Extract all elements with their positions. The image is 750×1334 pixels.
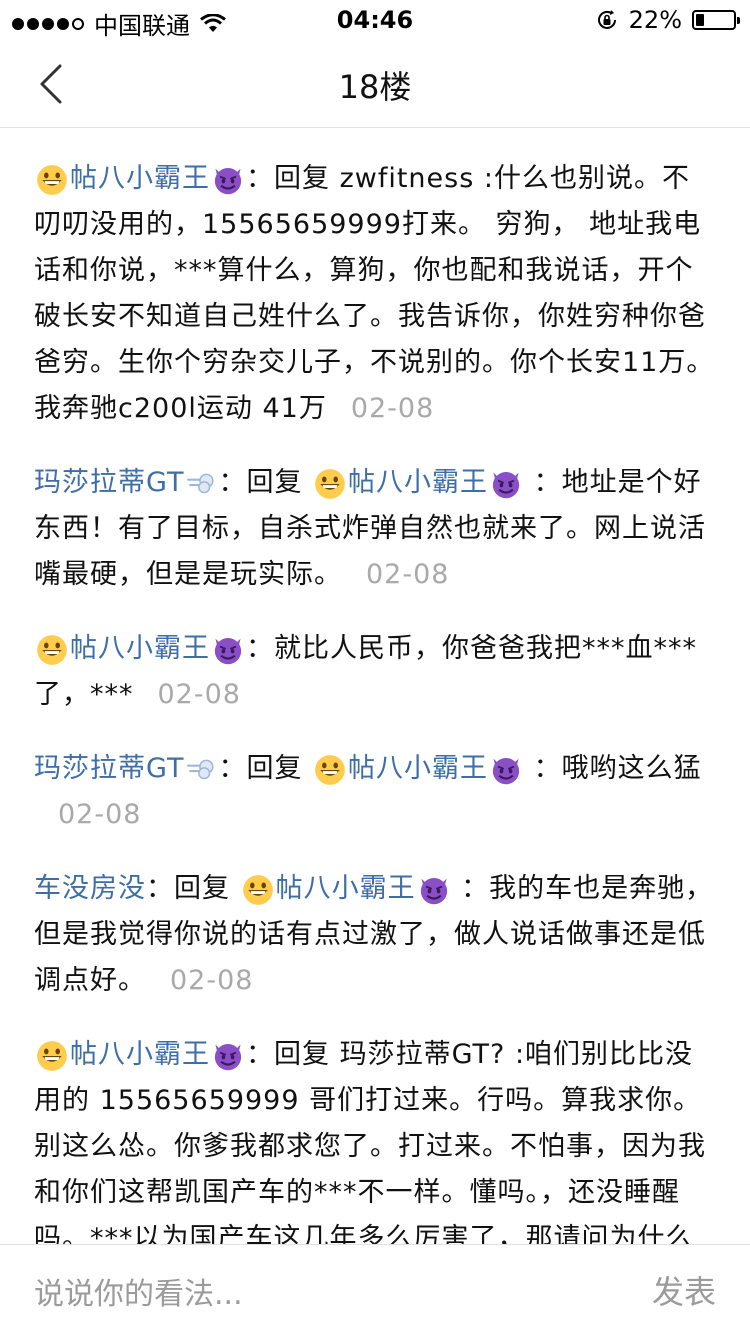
- dash-icon: [187, 472, 215, 494]
- comment-separator: ：: [246, 1039, 274, 1070]
- rotation-lock-icon: [597, 10, 616, 29]
- battery-fill: [696, 14, 704, 26]
- page-title: 18楼: [338, 68, 412, 106]
- comment-date: 02-08: [366, 559, 450, 590]
- comment-item: 车没房没：回复 帖八小霸王 ：我的车也是奔驰，但是我觉得你说的话有点过激了，做人…: [0, 838, 750, 1004]
- reply-target-username[interactable]: 帖八小霸王: [276, 873, 416, 904]
- comment-username[interactable]: 帖八小霸王: [70, 633, 210, 664]
- status-bar: 中国联通 04:46 22%: [0, 0, 750, 40]
- comment-separator: ：: [146, 873, 174, 904]
- status-right: 22%: [595, 6, 740, 34]
- grinning-face-icon: [37, 164, 67, 195]
- comment-input-bar: 说说你的看法... 发表: [0, 1244, 750, 1334]
- grinning-face-icon: [37, 1040, 67, 1071]
- grinning-face-icon: [315, 468, 345, 499]
- comment-item: 帖八小霸王 ：回复 zwfitness :什么也别说。不叨叨没用的，1556565…: [0, 128, 750, 432]
- smiling-devil-icon: [213, 166, 243, 195]
- smiling-devil-icon: [213, 1042, 243, 1071]
- reply-target-username[interactable]: 帖八小霸王: [348, 753, 488, 784]
- battery-icon: [692, 10, 740, 30]
- reply-target-username[interactable]: 帖八小霸王: [348, 467, 488, 498]
- grinning-face-icon: [315, 754, 345, 785]
- comment-item: 帖八小霸王 ：回复 玛莎拉蒂GT? :咱们别比比没用的 15565659999 哥…: [0, 1004, 750, 1244]
- comment-date: 02-08: [170, 965, 254, 996]
- comment-date: 02-08: [58, 799, 142, 830]
- smiling-devil-icon: [491, 470, 521, 499]
- comment-text: 回复: [246, 467, 313, 498]
- comment-item: 玛莎拉蒂GT ：回复 帖八小霸王 ：哦哟这么猛 02-08: [0, 718, 750, 838]
- comment-username[interactable]: 玛莎拉蒂GT: [34, 467, 184, 498]
- send-button[interactable]: 发表: [652, 1267, 716, 1313]
- comment-separator: ：: [218, 753, 247, 784]
- dash-icon: [187, 758, 215, 780]
- smiling-devil-icon: [491, 756, 521, 785]
- comment-separator: ：: [246, 163, 274, 194]
- comment-input[interactable]: 说说你的看法...: [34, 1269, 243, 1313]
- comment-date: 02-08: [350, 393, 435, 424]
- battery-percentage: 22%: [628, 6, 682, 34]
- grinning-face-icon: [242, 874, 273, 905]
- grinning-face-icon: [37, 634, 67, 665]
- comment-username[interactable]: 帖八小霸王: [70, 1039, 210, 1070]
- smiling-devil-icon: [419, 876, 448, 905]
- comment-username[interactable]: 帖八小霸王: [70, 163, 210, 194]
- comment-item: 玛莎拉蒂GT ：回复 帖八小霸王 ：地址是个好东西！有了目标，自杀式炸弹自然也就来…: [0, 432, 750, 598]
- comment-text: 回复: [174, 873, 240, 904]
- smiling-devil-icon: [213, 636, 243, 665]
- comment-text: ：哦哟这么猛: [524, 753, 702, 784]
- comment-username[interactable]: 玛莎拉蒂GT: [34, 753, 184, 784]
- comment-date: 02-08: [157, 679, 241, 710]
- comment-text: 回复: [246, 753, 313, 784]
- comment-item: 帖八小霸王 ：就比人民币，你爸爸我把***血***了，*** 02-08: [0, 598, 750, 718]
- comment-separator: ：: [218, 467, 247, 498]
- comment-list: 帖八小霸王 ：回复 zwfitness :什么也别说。不叨叨没用的，1556565…: [0, 128, 750, 1244]
- comment-separator: ：: [246, 633, 274, 664]
- comment-text: 回复 zwfitness :什么也别说。不叨叨没用的，15565659999打来…: [34, 163, 715, 424]
- nav-bar: 18楼: [0, 40, 750, 128]
- comment-username[interactable]: 车没房没: [34, 873, 146, 904]
